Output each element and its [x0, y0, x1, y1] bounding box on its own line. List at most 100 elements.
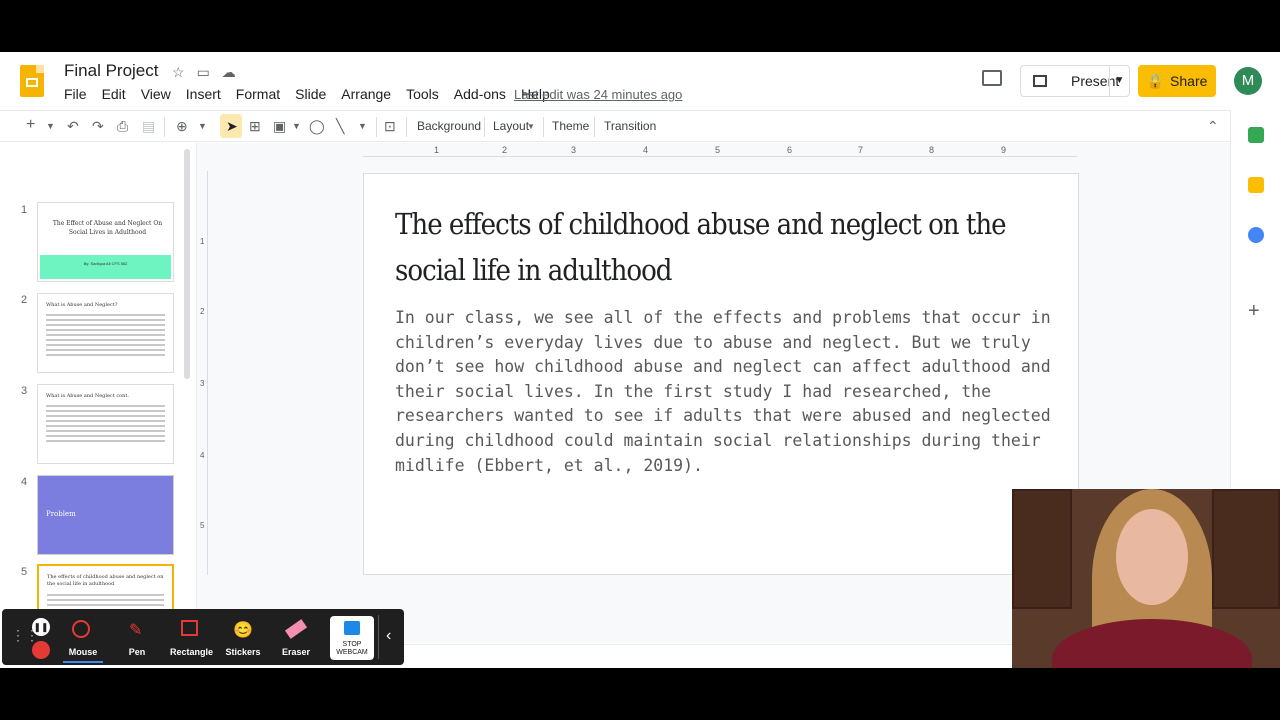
keep-icon[interactable]: [1248, 177, 1264, 193]
text-box-icon[interactable]: ⊞: [249, 118, 261, 135]
ruler-tick: 5: [200, 521, 205, 530]
menu-addons[interactable]: Add-ons: [454, 86, 506, 102]
new-slide-icon[interactable]: +: [26, 116, 35, 134]
ruler-tick: 4: [643, 145, 649, 155]
layout-dropdown-icon[interactable]: ▼: [527, 122, 535, 131]
redo-icon[interactable]: ↷: [92, 118, 104, 135]
slide-number: 5: [21, 566, 28, 578]
menu-insert[interactable]: Insert: [186, 86, 221, 102]
webcam-icon: [344, 621, 360, 635]
paint-format-icon[interactable]: ▤: [142, 118, 155, 135]
slide-body[interactable]: In our class, we see all of the effects …: [395, 306, 1055, 478]
stickers-label[interactable]: Stickers: [223, 647, 263, 657]
collapse-icon[interactable]: ‹: [386, 627, 391, 645]
thumb-body-lines: [46, 405, 165, 445]
ruler-horizontal: 1 2 3 4 5 6 7 8 9: [363, 145, 1077, 157]
collapse-toolbar-icon[interactable]: ⌃: [1207, 118, 1219, 135]
rectangle-label[interactable]: Rectangle: [170, 647, 213, 657]
menu-arrange[interactable]: Arrange: [341, 86, 391, 102]
add-addon-icon[interactable]: +: [1248, 300, 1260, 323]
toolbar-divider: [164, 117, 165, 137]
star-icon[interactable]: ☆: [172, 64, 185, 81]
slides-logo-icon[interactable]: [20, 65, 44, 97]
slide-thumbnail-4[interactable]: Problem: [37, 475, 174, 555]
pen-icon[interactable]: ✎: [129, 620, 149, 639]
image-icon[interactable]: ▣: [273, 118, 286, 135]
active-indicator: [63, 661, 103, 663]
toolbar-divider: [484, 117, 485, 137]
thumb-title: What is Abuse and Neglect cont.: [46, 393, 129, 399]
thumb-body-lines: [46, 314, 165, 359]
menu-file[interactable]: File: [64, 86, 87, 102]
present-icon: [1033, 75, 1047, 87]
toolbar-divider: [376, 117, 377, 137]
webcam-overlay: [1012, 489, 1280, 668]
lock-icon: 🔒: [1146, 72, 1165, 89]
castbar-divider: [378, 615, 379, 659]
line-icon[interactable]: ╲: [336, 118, 344, 135]
eraser-label[interactable]: Eraser: [276, 647, 316, 657]
ruler-vertical: 1 2 3 4 5: [200, 171, 208, 575]
mouse-icon[interactable]: [72, 620, 90, 638]
ruler-tick: 3: [200, 379, 205, 388]
shape-icon[interactable]: ◯: [309, 118, 325, 135]
mouse-label[interactable]: Mouse: [63, 647, 103, 657]
slide-number: 1: [21, 204, 28, 216]
folder-icon[interactable]: ▭: [197, 64, 210, 81]
stop-webcam-button[interactable]: STOP WEBCAM: [330, 616, 374, 660]
comment-history-icon[interactable]: [982, 70, 1002, 86]
ruler-tick: 9: [1001, 145, 1007, 155]
ruler-tick: 5: [715, 145, 721, 155]
select-tool-icon[interactable]: ➤: [226, 118, 238, 135]
print-icon[interactable]: ⎙: [117, 118, 128, 135]
menu-slide[interactable]: Slide: [295, 86, 326, 102]
avatar[interactable]: M: [1234, 67, 1262, 95]
pause-icon[interactable]: ❚❚: [32, 618, 50, 636]
slide-title[interactable]: The effects of childhood abuse and negle…: [395, 201, 1055, 293]
zoom-dropdown-icon[interactable]: ▼: [198, 121, 207, 131]
line-dropdown-icon[interactable]: ▼: [358, 121, 367, 131]
menu-edit[interactable]: Edit: [102, 86, 126, 102]
new-slide-dropdown-icon[interactable]: ▼: [46, 121, 55, 131]
thumb-title: What is Abuse and Neglect?: [46, 302, 118, 308]
share-button[interactable]: 🔒 Share: [1138, 65, 1216, 97]
filmstrip-scrollbar[interactable]: [184, 149, 190, 379]
background-button[interactable]: Background: [417, 119, 481, 133]
cabinet-image: [1212, 489, 1280, 609]
doc-title[interactable]: Final Project: [64, 61, 158, 81]
slide-thumbnail-3[interactable]: What is Abuse and Neglect cont.: [37, 384, 174, 464]
theme-button[interactable]: Theme: [552, 119, 589, 133]
tasks-icon[interactable]: [1248, 227, 1264, 243]
pen-label[interactable]: Pen: [117, 647, 157, 657]
layout-button[interactable]: Layout: [493, 119, 529, 133]
ruler-tick: 8: [929, 145, 935, 155]
present-button[interactable]: Present ▼: [1020, 65, 1130, 97]
presenter-face: [1116, 509, 1188, 605]
stop-recording-icon[interactable]: [32, 641, 50, 659]
slide-number: 3: [21, 385, 28, 397]
eraser-icon[interactable]: [284, 619, 308, 639]
ruler-tick: 4: [200, 451, 205, 460]
screencast-toolbar: ⋮⋮ ❚❚ Mouse ✎ Pen Rectangle 😊 Stickers E…: [2, 609, 404, 665]
slide-thumbnail-2[interactable]: What is Abuse and Neglect?: [37, 293, 174, 373]
image-dropdown-icon[interactable]: ▼: [292, 121, 301, 131]
presenter-shirt: [1052, 619, 1252, 668]
undo-icon[interactable]: ↶: [67, 118, 79, 135]
slide-number: 2: [21, 294, 28, 306]
cloud-icon[interactable]: ☁: [222, 64, 236, 81]
last-edit-link[interactable]: Last edit was 24 minutes ago: [514, 87, 682, 102]
calendar-icon[interactable]: [1248, 127, 1264, 143]
slide-thumbnail-1[interactable]: The Effect of Abuse and Neglect On Socia…: [37, 202, 174, 282]
stickers-icon[interactable]: 😊: [233, 620, 253, 639]
present-dropdown-icon[interactable]: ▼: [1109, 66, 1129, 96]
menu-tools[interactable]: Tools: [406, 86, 439, 102]
menu-format[interactable]: Format: [236, 86, 280, 102]
current-slide[interactable]: The effects of childhood abuse and negle…: [363, 173, 1079, 575]
toolbar-divider: [543, 117, 544, 137]
transition-button[interactable]: Transition: [604, 119, 656, 133]
zoom-icon[interactable]: ⊕: [176, 118, 188, 135]
thumb-title: The Effect of Abuse and Neglect On Socia…: [52, 220, 163, 236]
rectangle-icon[interactable]: [181, 620, 198, 636]
menu-view[interactable]: View: [141, 86, 171, 102]
add-comment-icon[interactable]: ⊡: [384, 118, 396, 135]
